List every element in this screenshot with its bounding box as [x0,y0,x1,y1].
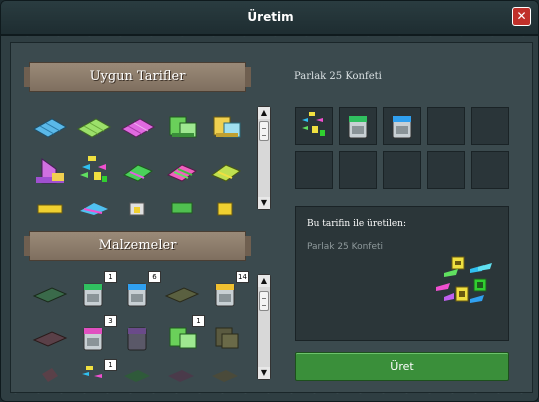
ingredient-slot-empty[interactable] [471,151,509,189]
scroll-thumb[interactable] [259,121,269,141]
pink-mat-icon[interactable] [30,318,70,358]
materials-scrollbar[interactable]: ▲ ▼ [257,274,271,380]
yellow-sofa-icon[interactable] [206,107,246,147]
green-sofa-icon[interactable] [162,107,202,147]
pink-stripe-icon[interactable] [162,151,202,191]
scroll-down-icon[interactable]: ▼ [258,197,270,209]
recipes-title: Uygun Tarifler [89,69,186,84]
crafting-window: Üretim ✕ Uygun Tarifler ▲ ▼ Malzemeler 1… [0,0,539,402]
material-count: 14 [236,271,249,283]
material-count: 1 [192,315,205,327]
recipes-scrollbar[interactable]: ▲ ▼ [257,106,271,210]
material-count: 3 [104,315,117,327]
material-count: 1 [104,271,117,283]
materials-banner: Malzemeler [24,231,251,261]
window-title: Üretim [247,10,294,24]
olive-stripe-icon[interactable] [206,362,246,402]
paint-bucket-purple-icon[interactable] [118,318,158,358]
paint-bucket-green-icon [348,115,368,139]
selected-recipe-name: Parlak 25 Konfeti [294,71,382,82]
material-slot[interactable]: 6 [118,271,161,314]
scroll-up-icon[interactable]: ▲ [258,107,270,119]
material-slot[interactable]: 1 [74,271,117,314]
purple-mat-icon[interactable] [162,362,202,402]
material-slot[interactable]: 3 [74,315,117,358]
green-stripe-icon[interactable] [118,151,158,191]
ingredient-slot-empty[interactable] [295,151,333,189]
lime-stripe-icon[interactable] [206,151,246,191]
material-count: 1 [104,359,117,371]
olive-chair-icon[interactable] [206,318,246,358]
yellow-chair-icon[interactable] [206,195,246,235]
ingredient-slot[interactable] [295,107,333,145]
rainbow-mat-icon[interactable] [74,195,114,235]
olive-mat-icon[interactable] [162,274,202,314]
ingredient-slot-empty[interactable] [383,151,421,189]
green-stripe-icon[interactable] [118,362,158,402]
ingredient-slot-empty[interactable] [339,151,377,189]
material-slot[interactable]: 14 [206,271,249,314]
ingredient-slot-empty[interactable] [471,107,509,145]
title-bar[interactable]: Üretim ✕ [1,1,538,36]
ingredient-slot-empty[interactable] [427,151,465,189]
lime-mat-icon[interactable] [74,107,114,147]
confetti-icon[interactable] [74,151,114,191]
scroll-up-icon[interactable]: ▲ [258,275,270,287]
produce-button[interactable]: Üret [295,352,509,381]
paint-bucket-blue-icon [392,115,412,139]
material-slot[interactable]: 1 [74,359,117,401]
scroll-thumb[interactable] [259,291,269,311]
purple-chair-icon[interactable] [30,151,70,191]
ingredient-slot[interactable] [383,107,421,145]
materials-title: Malzemeler [98,238,177,253]
confetti-icon [302,112,325,136]
green-mat-icon[interactable] [30,274,70,314]
recipes-banner: Uygun Tarifler [24,62,251,92]
material-slot[interactable]: 1 [162,315,205,358]
yellow-lamp-icon[interactable] [30,195,70,235]
material-count: 6 [148,271,161,283]
ingredient-slot[interactable] [339,107,377,145]
white-chair-icon[interactable] [118,195,158,235]
confetti-preview-icon [436,256,492,303]
green-lamp-icon[interactable] [162,195,202,235]
ingredient-slot-empty[interactable] [427,107,465,145]
pink-rug-icon[interactable] [30,362,70,402]
scroll-down-icon[interactable]: ▼ [258,367,270,379]
pink-mat-icon[interactable] [118,107,158,147]
blue-mat-icon[interactable] [30,107,70,147]
produced-heading: Bu tarifin ile üretilen: [307,219,406,229]
produced-info-box: Bu tarifin ile üretilen: Parlak 25 Konfe… [295,206,509,341]
close-button[interactable]: ✕ [512,7,531,26]
produced-item-name: Parlak 25 Konfeti [307,242,384,252]
